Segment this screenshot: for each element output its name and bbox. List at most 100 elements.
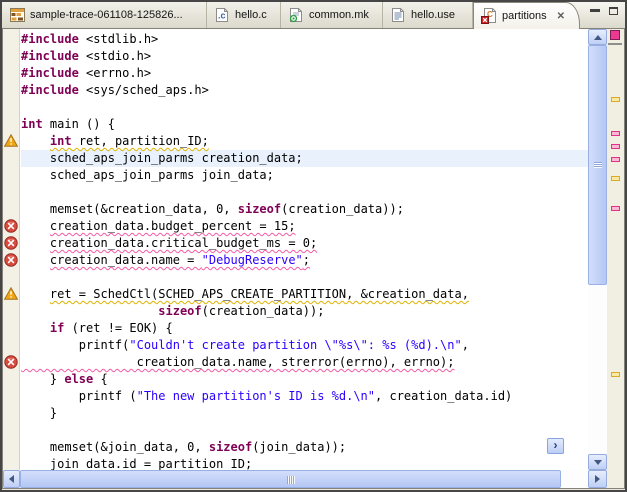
horizontal-scrollbar-thumb[interactable]	[20, 470, 561, 488]
code-token: <errno.h>	[79, 66, 151, 80]
code-line[interactable]	[21, 269, 588, 286]
vertical-scrollbar-thumb[interactable]	[588, 45, 607, 285]
code-token: <sys/sched_aps.h>	[79, 83, 209, 97]
code-token: main () {	[43, 117, 115, 131]
overview-error-marker[interactable]	[611, 131, 620, 136]
scroll-up-button[interactable]	[588, 29, 607, 45]
tab-hello-c[interactable]: .chello.c	[207, 2, 281, 28]
keyword-token: else	[64, 372, 93, 386]
error-marker-icon[interactable]	[4, 236, 18, 250]
code-line[interactable]: sched_aps_join_parms join_data;	[21, 167, 588, 184]
tab-label: partitions	[502, 10, 547, 22]
error-marker-icon[interactable]	[4, 253, 18, 267]
keyword-token: int	[21, 117, 43, 131]
code-line[interactable]: creation_data.critical_budget_ms = 0;	[21, 235, 588, 252]
code-line[interactable]: int main () {	[21, 116, 588, 133]
code-token: {	[93, 372, 107, 386]
overview-error-marker[interactable]	[611, 157, 620, 162]
keyword-token: #include	[21, 66, 79, 80]
code-line[interactable]: }	[21, 405, 588, 422]
code-token: ;	[303, 253, 310, 267]
error-marker-icon[interactable]	[4, 355, 18, 369]
horizontal-scrollbar[interactable]	[3, 470, 624, 488]
code-token	[21, 219, 50, 233]
code-token: (ret != EOK) {	[64, 321, 172, 335]
close-icon[interactable]: ✕	[557, 11, 565, 22]
keyword-token: sizeof	[238, 202, 281, 216]
tab-partitions[interactable]: Cpartitions ✕	[473, 2, 580, 29]
text-file-icon	[390, 7, 406, 23]
code-token	[21, 321, 50, 335]
code-token	[21, 236, 50, 250]
code-line[interactable]: #include <sys/sched_aps.h>	[21, 82, 588, 99]
annotation-gutter	[3, 29, 20, 470]
overview-ruler-divider	[608, 43, 622, 45]
code-line[interactable]: sizeof(creation_data));	[21, 303, 588, 320]
code-line[interactable]: memset(&creation_data, 0, sizeof(creatio…	[21, 201, 588, 218]
maximize-icon[interactable]	[609, 7, 618, 15]
code-line[interactable]: } else {	[21, 371, 588, 388]
tab-common-mk[interactable]: common.mk	[281, 2, 383, 28]
code-token: creation_data.budget_percent = 15;	[50, 219, 296, 233]
code-line[interactable]: creation_data.name = "DebugReserve";	[21, 252, 588, 269]
minimize-icon[interactable]	[590, 9, 600, 12]
warning-marker-icon[interactable]	[4, 287, 18, 301]
code-token: <stdlib.h>	[79, 32, 158, 46]
trace-chart-icon	[9, 7, 25, 23]
keyword-token: sizeof	[158, 304, 201, 318]
tab-sample-trace-061108-125826[interactable]: sample-trace-061108-125826...	[2, 2, 207, 28]
c-source-file-error-icon: C	[481, 8, 497, 24]
string-token: "Couldn't create partition \"%s\": %s (%…	[129, 338, 461, 352]
svg-text:.c: .c	[218, 11, 226, 21]
overview-warning-marker[interactable]	[611, 372, 620, 377]
scroll-down-button[interactable]	[588, 454, 607, 470]
tab-hello-use[interactable]: hello.use	[383, 2, 473, 28]
overview-error-marker[interactable]	[611, 206, 620, 211]
code-line[interactable]: memset(&join_data, 0, sizeof(join_data))…	[21, 439, 588, 456]
keyword-token: if	[50, 321, 64, 335]
overview-error-marker[interactable]	[611, 144, 620, 149]
code-token: }	[21, 372, 64, 386]
code-line[interactable]: #include <stdio.h>	[21, 48, 588, 65]
overview-error-indicator[interactable]	[610, 30, 620, 40]
code-line[interactable]	[21, 99, 588, 116]
current-line[interactable]: sched_aps_join_parms creation_data;	[21, 150, 588, 167]
code-token: creation_data.critical_budget_ms = 0;	[50, 236, 317, 250]
code-line[interactable]: #include <stdlib.h>	[21, 31, 588, 48]
code-token: sched_aps_join_parms creation_data;	[21, 151, 303, 165]
code-token: printf (	[21, 389, 137, 403]
code-token: , creation_data.id)	[375, 389, 512, 403]
code-line[interactable]: if (ret != EOK) {	[21, 320, 588, 337]
string-token: "The new partition's ID is %d.\n"	[137, 389, 375, 403]
code-token: printf(	[21, 338, 129, 352]
code-token: ,	[462, 338, 469, 352]
code-token: }	[21, 406, 57, 420]
code-line[interactable]: ret = SchedCtl(SCHED_APS_CREATE_PARTITIO…	[21, 286, 588, 303]
code-area[interactable]: #include <stdlib.h>#include <stdio.h>#in…	[21, 29, 588, 470]
tab-label: hello.use	[411, 9, 455, 21]
string-token: "DebugReserve"	[202, 253, 303, 267]
code-token: ret, partition_ID;	[72, 134, 209, 148]
eclipse-editor-window: sample-trace-061108-125826... .chello.cco…	[0, 0, 627, 492]
code-line[interactable]: printf ("The new partition's ID is %d.\n…	[21, 388, 588, 405]
code-line[interactable]: creation_data.name, strerror(errno), err…	[21, 354, 588, 371]
code-line[interactable]: join_data.id = partition_ID;	[21, 456, 588, 470]
vertical-scrollbar[interactable]	[588, 29, 607, 470]
overview-warning-marker[interactable]	[611, 97, 620, 102]
code-line[interactable]: printf("Couldn't create partition \"%s\"…	[21, 337, 588, 354]
code-token	[21, 134, 50, 148]
code-line[interactable]: int ret, partition_ID;	[21, 133, 588, 150]
scrollbar-grip-icon	[287, 476, 295, 484]
code-line[interactable]	[21, 184, 588, 201]
code-line[interactable]: #include <errno.h>	[21, 65, 588, 82]
overview-warning-marker[interactable]	[611, 176, 620, 181]
error-marker-icon[interactable]	[4, 219, 18, 233]
warning-marker-icon[interactable]	[4, 134, 18, 148]
code-line[interactable]: creation_data.budget_percent = 15;	[21, 218, 588, 235]
tab-label: sample-trace-061108-125826...	[30, 9, 183, 21]
next-annotation-button[interactable]: ›	[547, 438, 564, 454]
scroll-right-button[interactable]	[588, 470, 607, 488]
code-line[interactable]	[21, 422, 588, 439]
scroll-left-button[interactable]	[3, 470, 20, 488]
overview-ruler	[607, 29, 624, 470]
